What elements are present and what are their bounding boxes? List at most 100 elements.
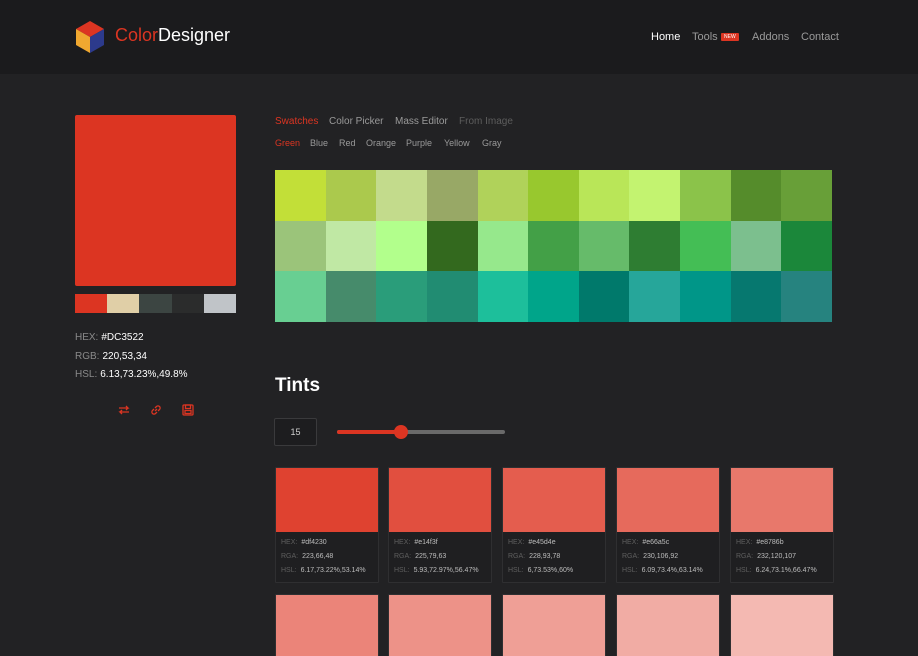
tint-card[interactable]	[275, 594, 379, 656]
tint-hsl-label: HSL:	[622, 567, 638, 574]
swatch-cell[interactable]	[680, 271, 731, 322]
swatch-cell[interactable]	[781, 170, 832, 221]
swatch-cell[interactable]	[629, 170, 681, 221]
swatch-cell[interactable]	[376, 271, 427, 322]
tint-color[interactable]	[617, 468, 719, 532]
swatch-cell[interactable]	[275, 170, 326, 221]
tint-card[interactable]: HEX: #e45d4e RGA: 228,93,78 HSL: 6,73.53%,60%	[502, 467, 606, 583]
swatch-cell[interactable]	[781, 220, 832, 272]
tint-color[interactable]	[503, 595, 605, 656]
tint-color[interactable]	[731, 595, 833, 656]
filter-purple[interactable]: Purple	[406, 138, 432, 148]
tint-card[interactable]: HEX: #e8786b RGA: 232,120,107 HSL: 6.24,73.1%…	[730, 467, 834, 583]
swatch-cell[interactable]	[730, 220, 782, 272]
swatch-cell[interactable]	[426, 271, 478, 322]
swatch-cell[interactable]	[275, 220, 326, 272]
palette-color-4[interactable]	[171, 294, 204, 313]
tint-hex-value: #e66a5c	[642, 539, 670, 546]
tab-mass-editor[interactable]: Mass Editor	[395, 116, 448, 127]
swatch-cell[interactable]	[376, 220, 427, 272]
swatch-cell[interactable]	[629, 271, 681, 322]
swatch-cell[interactable]	[528, 220, 579, 272]
logo-cube-icon[interactable]	[74, 19, 106, 55]
swatch-cell[interactable]	[629, 220, 681, 272]
swatch-cell[interactable]	[781, 271, 832, 322]
tint-color[interactable]	[276, 468, 378, 532]
tint-rga-label: RGA:	[281, 553, 299, 560]
swatch-cell[interactable]	[730, 271, 782, 322]
tab-color-picker[interactable]: Color Picker	[329, 116, 383, 127]
swatch-cell[interactable]	[730, 170, 782, 221]
filter-red[interactable]: Red	[339, 138, 356, 148]
tint-count-input[interactable]: 15	[274, 418, 317, 446]
tint-hex-label: HEX:	[622, 539, 639, 546]
tint-hsl-value: 6.17,73.22%,53.14%	[300, 567, 366, 574]
tint-hex: HEX: #df4230	[281, 536, 373, 550]
palette-color-1[interactable]	[75, 294, 108, 313]
tab-from-image[interactable]: From Image	[459, 116, 513, 127]
tint-color[interactable]	[731, 468, 833, 532]
tint-card[interactable]	[388, 594, 492, 656]
tint-card[interactable]: HEX: #e66a5c RGA: 230,106,92 HSL: 6.09,73.4%,…	[616, 467, 720, 583]
save-icon[interactable]	[181, 403, 195, 417]
tint-color[interactable]	[276, 595, 378, 656]
swatch-cell[interactable]	[477, 271, 529, 322]
filter-blue[interactable]: Blue	[310, 138, 328, 148]
swatch-cell[interactable]	[325, 220, 377, 272]
brand-name[interactable]: ColorDesigner	[115, 25, 230, 46]
tint-rga-label: RGA:	[394, 553, 412, 560]
tint-color[interactable]	[389, 595, 491, 656]
palette-color-5[interactable]	[203, 294, 237, 313]
palette-color-3[interactable]	[139, 294, 172, 313]
swap-icon[interactable]	[117, 403, 131, 417]
tint-rga-value: 228,93,78	[529, 553, 561, 560]
tint-color[interactable]	[503, 468, 605, 532]
tint-hsl-value: 5.93,72.97%,56.47%	[413, 567, 479, 574]
tint-card[interactable]	[502, 594, 606, 656]
rgb-value: 220,53,34	[102, 351, 147, 362]
tint-hex: HEX: #e45d4e	[508, 536, 600, 550]
swatch-cell[interactable]	[325, 170, 377, 221]
swatch-cell[interactable]	[426, 220, 478, 272]
filter-green[interactable]: Green	[275, 138, 300, 148]
nav-tools[interactable]: Tools	[692, 31, 718, 43]
tint-color[interactable]	[389, 468, 491, 532]
tint-color[interactable]	[617, 595, 719, 656]
nav-addons[interactable]: Addons	[752, 31, 789, 43]
tint-hex-value: #e45d4e	[528, 539, 556, 546]
tint-rga-value: 230,106,92	[643, 553, 679, 560]
tint-card[interactable]	[616, 594, 720, 656]
swatch-cell[interactable]	[477, 170, 529, 221]
tint-meta: HEX: #e66a5c RGA: 230,106,92 HSL: 6.09,73.4%,…	[617, 532, 719, 582]
palette-color-2[interactable]	[107, 294, 140, 313]
tint-card[interactable]: HEX: #df4230 RGA: 223,66,48 HSL: 6.17,73.22%,…	[275, 467, 379, 583]
filter-yellow[interactable]: Yellow	[444, 138, 470, 148]
swatch-cell[interactable]	[325, 271, 377, 322]
tint-hex-label: HEX:	[508, 539, 525, 546]
swatch-cell[interactable]	[528, 170, 579, 221]
nav-home[interactable]: Home	[651, 31, 680, 43]
tint-slider-thumb[interactable]	[394, 425, 408, 439]
filter-orange[interactable]: Orange	[366, 138, 396, 148]
swatch-cell[interactable]	[578, 271, 630, 322]
hsl-info: HSL: 6.13,73.23%,49.8%	[75, 369, 188, 380]
swatch-cell[interactable]	[680, 220, 731, 272]
tint-slider[interactable]	[337, 425, 505, 439]
tint-meta: HEX: #e45d4e RGA: 228,93,78 HSL: 6,73.53%,60%	[503, 532, 605, 582]
swatch-cell[interactable]	[528, 271, 579, 322]
nav-contact[interactable]: Contact	[801, 31, 839, 43]
tint-card[interactable]	[730, 594, 834, 656]
swatch-cell[interactable]	[376, 170, 427, 221]
link-icon[interactable]	[149, 403, 163, 417]
swatch-cell[interactable]	[578, 220, 630, 272]
swatch-cell[interactable]	[275, 271, 326, 322]
filter-gray[interactable]: Gray	[482, 138, 502, 148]
swatch-cell[interactable]	[578, 170, 630, 221]
tint-rga: RGA: 228,93,78	[508, 550, 600, 564]
swatch-cell[interactable]	[477, 220, 529, 272]
tab-swatches[interactable]: Swatches	[275, 116, 318, 127]
swatch-cell[interactable]	[680, 170, 731, 221]
tint-card[interactable]: HEX: #e14f3f RGA: 225,79,63 HSL: 5.93,72.97%,…	[388, 467, 492, 583]
swatch-cell[interactable]	[426, 170, 478, 221]
tint-hex-value: #e14f3f	[414, 539, 438, 546]
